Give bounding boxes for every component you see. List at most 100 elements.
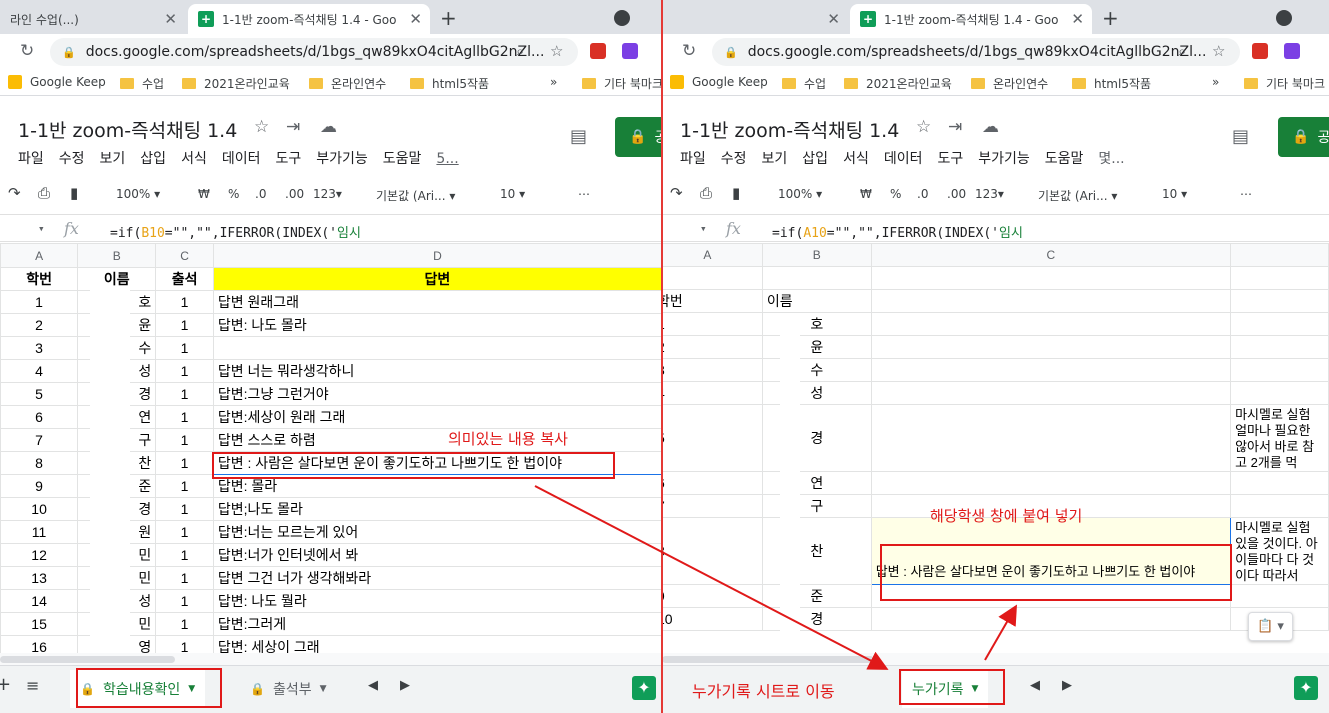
column-header[interactable]: B (77, 243, 157, 268)
menu-item[interactable]: 도구 (937, 151, 963, 167)
cell-ans[interactable]: 답변:너는 모르는게 있어 (212, 520, 662, 544)
header-cell[interactable]: 이름 (761, 289, 872, 313)
cell-att[interactable]: 1 (155, 520, 214, 544)
column-header[interactable] (1230, 243, 1329, 267)
bookmark-folder[interactable]: 2021온라인교육 (182, 75, 290, 92)
bookmark-other[interactable]: 기타 북마크 (1244, 75, 1325, 92)
menu-item[interactable]: 파일 (18, 151, 44, 167)
cell-no[interactable]: 1 (0, 290, 79, 314)
menu-item-last-edit[interactable]: 몇... (1098, 151, 1124, 167)
move-icon[interactable]: ⇥ (948, 117, 962, 137)
explore-icon[interactable]: ✦ (1294, 676, 1318, 700)
cell-c[interactable] (870, 381, 1232, 405)
paint-format-icon[interactable]: ▮ (732, 184, 740, 202)
cell-no[interactable]: 12 (0, 543, 79, 567)
cell-d[interactable]: 마시멜로 실험 있을 것이다. 아이들마다 다 것이다 따라서 (1230, 517, 1329, 585)
cell-ans[interactable]: 답변:너가 인터넷에서 봐 (212, 543, 662, 567)
cell-att[interactable]: 1 (155, 290, 214, 314)
cell-a[interactable]: 2 (662, 335, 763, 359)
zoom-select[interactable]: 100% ▾ (778, 187, 822, 201)
menu-item[interactable]: 도움말 (383, 151, 422, 167)
horizontal-scrollbar[interactable] (662, 653, 1329, 665)
cell-no[interactable]: 16 (0, 635, 79, 653)
cell-no[interactable]: 2 (0, 313, 79, 337)
menu-item[interactable]: 도구 (275, 151, 301, 167)
cell-ans[interactable] (212, 336, 662, 360)
new-tab-icon[interactable]: + (1102, 6, 1119, 30)
scroll-tabs-right-icon[interactable]: ▶ (1062, 678, 1072, 693)
more-icon[interactable]: ⋯ (1240, 187, 1252, 201)
redo-icon[interactable]: ↷ (670, 184, 683, 202)
name-box-dropdown[interactable]: ▾ (38, 222, 45, 235)
cell-no[interactable]: 4 (0, 359, 79, 383)
cell-no[interactable]: 6 (0, 405, 79, 429)
name-box-dropdown[interactable]: ▾ (700, 222, 707, 235)
bookmark-folder[interactable]: html5작품 (1072, 75, 1151, 92)
cell-att[interactable]: 1 (155, 313, 214, 337)
reload-icon[interactable]: ↻ (20, 41, 34, 61)
paint-format-icon[interactable]: ▮ (70, 184, 78, 202)
cell-ans[interactable]: 답변;나도 몰라 (212, 497, 662, 521)
header-cell[interactable]: 학번 (662, 289, 763, 313)
cell-ans[interactable]: 답변 그건 너가 생각해봐라 (212, 566, 662, 590)
cell-a[interactable]: 7 (662, 494, 763, 518)
comment-icon[interactable]: ▤ (570, 126, 587, 147)
tab-search-icon[interactable] (1276, 10, 1292, 26)
cell-no[interactable]: 7 (0, 428, 79, 452)
column-header[interactable]: B (761, 243, 872, 267)
bookmark-google-keep[interactable]: Google Keep (670, 75, 768, 89)
cell-c[interactable] (870, 335, 1232, 359)
star-icon[interactable]: ☆ (916, 117, 931, 137)
cell-ans[interactable]: 답변 너는 뭐라생각하니 (212, 359, 662, 383)
font-size-select[interactable]: 10 ▾ (500, 187, 525, 201)
cell-d[interactable] (1230, 381, 1329, 405)
decimal-increase-button[interactable]: .00 (947, 187, 966, 201)
menu-item[interactable]: 부가기능 (978, 151, 1030, 167)
all-sheets-icon[interactable]: ≡ (26, 676, 39, 695)
close-icon[interactable]: ✕ (164, 10, 177, 28)
star-icon[interactable]: ☆ (254, 117, 269, 137)
number-format-select[interactable]: 123▾ (313, 187, 342, 201)
cell-att[interactable]: 1 (155, 451, 214, 475)
cell-no[interactable]: 9 (0, 474, 79, 498)
decimal-decrease-button[interactable]: .0 (255, 187, 266, 201)
redo-icon[interactable]: ↷ (8, 184, 21, 202)
header-cell[interactable]: 이름 (77, 267, 157, 291)
doc-title[interactable]: 1-1반 zoom-즉석채팅 1.4 (18, 116, 237, 143)
font-size-select[interactable]: 10 ▾ (1162, 187, 1187, 201)
cell[interactable] (870, 289, 1232, 313)
move-icon[interactable]: ⇥ (286, 117, 300, 137)
more-icon[interactable]: ⋯ (578, 187, 590, 201)
decimal-increase-button[interactable]: .00 (285, 187, 304, 201)
reload-icon[interactable]: ↻ (682, 41, 696, 61)
browser-tab-inactive[interactable]: 라인 수업(...) ✕ (0, 4, 185, 34)
font-select[interactable]: 기본값 (Ari... ▾ (376, 187, 455, 204)
cell-att[interactable]: 1 (155, 359, 214, 383)
cell-att[interactable]: 1 (155, 612, 214, 636)
extension-icon[interactable] (622, 43, 638, 59)
cell-a[interactable]: 5 (662, 404, 763, 472)
number-format-select[interactable]: 123▾ (975, 187, 1004, 201)
tab-search-icon[interactable] (614, 10, 630, 26)
cell-a[interactable]: 3 (662, 358, 763, 382)
scroll-tabs-right-icon[interactable]: ▶ (400, 678, 410, 693)
column-header[interactable]: C (870, 243, 1232, 267)
share-button[interactable]: 🔒 공 (1278, 117, 1329, 157)
extension-icon[interactable] (590, 43, 606, 59)
more-bookmarks-icon[interactable]: » (550, 75, 557, 89)
browser-tab-active[interactable]: + 1-1반 zoom-즉석채팅 1.4 - Goo ✕ (188, 4, 430, 34)
cell-no[interactable]: 11 (0, 520, 79, 544)
header-cell[interactable]: 학번 (0, 267, 79, 291)
cell-b[interactable]: 경 (761, 404, 872, 472)
close-icon[interactable]: ✕ (409, 10, 422, 28)
scroll-tabs-left-icon[interactable]: ◀ (368, 678, 378, 693)
formula-input[interactable]: =if(B10="","",IFERROR(INDEX('임시 (110, 222, 361, 241)
cloud-icon[interactable]: ☁ (320, 117, 337, 137)
scrollbar-thumb[interactable] (0, 656, 175, 663)
print-icon[interactable]: ⎙ (700, 184, 712, 202)
cell-b[interactable]: 경 (761, 607, 872, 631)
star-icon[interactable]: ☆ (1212, 42, 1225, 60)
explore-icon[interactable]: ✦ (632, 676, 656, 700)
menu-item[interactable]: 서식 (843, 151, 869, 167)
sheet-tab[interactable]: 🔒 출석부 ▼ (240, 670, 337, 708)
